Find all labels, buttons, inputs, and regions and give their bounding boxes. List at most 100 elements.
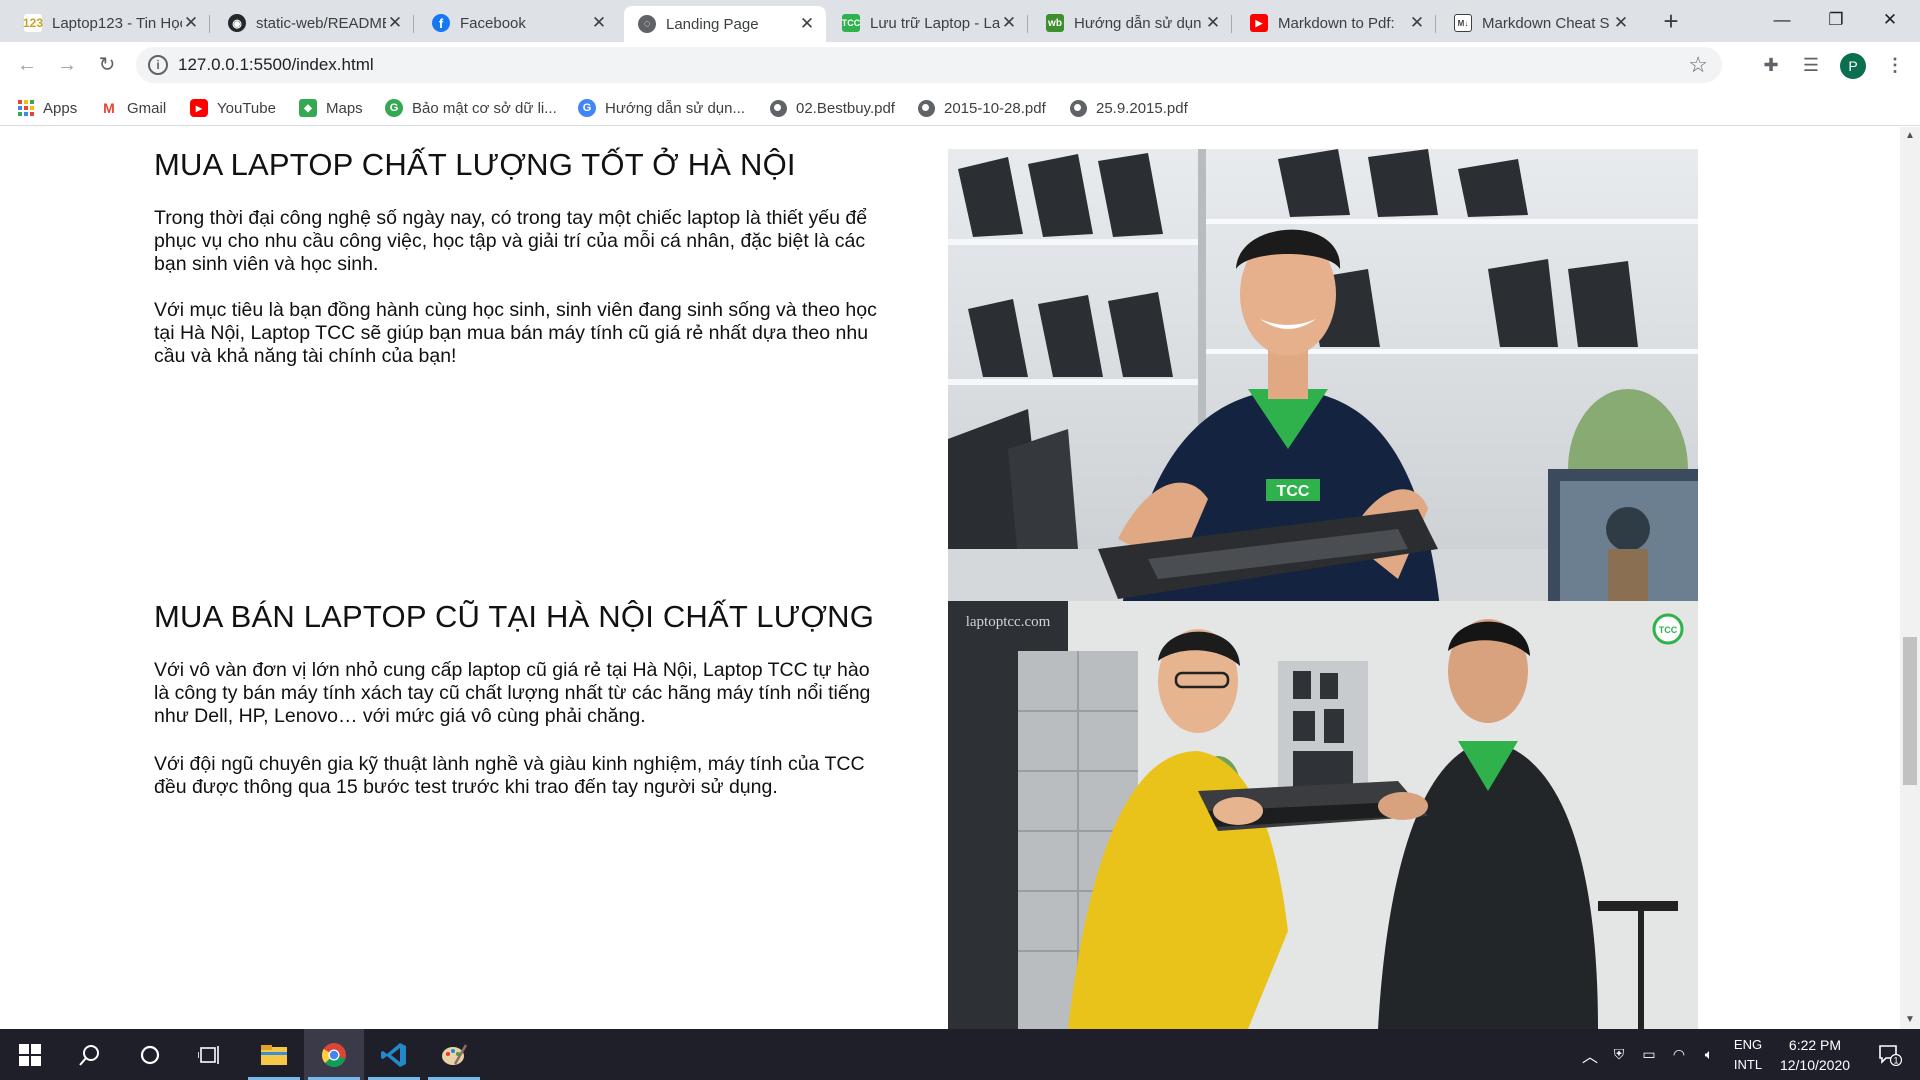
close-icon[interactable]: ✕ xyxy=(1204,13,1222,33)
globe-icon xyxy=(770,99,787,117)
tab-laptop123[interactable]: 123 Laptop123 - Tin Học ✕ xyxy=(10,6,210,40)
bookmark-label: Apps xyxy=(43,99,78,117)
chevron-up-icon[interactable]: ︿ xyxy=(1576,1043,1604,1067)
paint-taskbar-button[interactable] xyxy=(424,1029,484,1080)
globe-icon xyxy=(918,99,935,117)
page-scrollbar[interactable]: ▲ ▼ xyxy=(1900,127,1920,1029)
extensions-icon[interactable]: ✚ xyxy=(1758,52,1784,78)
scroll-down-arrow-icon[interactable]: ▼ xyxy=(1900,1011,1920,1029)
notification-icon: 1 xyxy=(1879,1044,1902,1066)
bookmark-label: YouTube xyxy=(217,99,276,117)
action-center-button[interactable]: 1 xyxy=(1860,1029,1920,1080)
address-bar[interactable]: i 127.0.0.1:5500/index.html ☆ xyxy=(136,47,1722,83)
wall-sign-text: laptoptcc.com xyxy=(966,614,1051,630)
vscode-taskbar-button[interactable] xyxy=(364,1029,424,1080)
section-buy-quality-laptop: MUA LAPTOP CHẤT LƯỢNG TỐT Ở HÀ NỘI Trong… xyxy=(154,127,1698,647)
close-icon[interactable]: ✕ xyxy=(386,13,404,33)
gmail-icon: M xyxy=(100,99,118,117)
close-icon[interactable]: ✕ xyxy=(1612,13,1630,33)
menu-kebab-icon[interactable]: ⋮ xyxy=(1882,52,1908,78)
back-button[interactable]: ← xyxy=(12,50,42,80)
close-icon[interactable]: ✕ xyxy=(182,13,200,33)
paint-icon xyxy=(442,1043,467,1065)
laptop-handover-photo: laptoptcc.com TCC xyxy=(948,601,1698,1029)
search-button[interactable] xyxy=(60,1029,120,1080)
chrome-icon xyxy=(321,1042,346,1067)
section-buy-sell-used-laptop: MUA BÁN LAPTOP CŨ TẠI HÀ NỘI CHẤT LƯỢNG … xyxy=(154,579,1698,1029)
tab-github[interactable]: ◉ static-web/README ✕ xyxy=(214,6,414,40)
apps-grid-icon xyxy=(18,100,34,116)
tab-title: Landing Page xyxy=(666,15,759,33)
bookmark-gmail[interactable]: M Gmail xyxy=(100,97,166,119)
system-tray: ︿ ⛨ ▭ ◠ 🔈︎ xyxy=(1576,1029,1724,1080)
new-tab-button[interactable]: + xyxy=(1656,6,1686,36)
bookmark-youtube[interactable]: ▶ YouTube xyxy=(190,97,276,119)
tab-title: Lưu trữ Laptop - La xyxy=(870,14,1000,32)
file-explorer-button[interactable] xyxy=(244,1029,304,1080)
battery-icon[interactable]: ▭ xyxy=(1634,1046,1664,1063)
tab-title: Laptop123 - Tin Học xyxy=(52,14,182,32)
close-icon[interactable]: ✕ xyxy=(798,14,816,34)
bookmark-bestbuy-pdf[interactable]: 02.Bestbuy.pdf xyxy=(770,97,895,119)
youtube-icon: ▶ xyxy=(190,99,208,117)
bookmark-label: 2015-10-28.pdf xyxy=(944,99,1046,117)
reload-button[interactable]: ↻ xyxy=(92,50,122,80)
bookmark-apps[interactable]: Apps xyxy=(18,97,77,119)
minimize-button[interactable]: — xyxy=(1754,0,1810,40)
bookmark-bao-mat[interactable]: G Bảo mật cơ sở dữ li... xyxy=(385,97,557,119)
language-indicator[interactable]: ENG INTL xyxy=(1728,1035,1768,1075)
tab-markdown-to-pdf[interactable]: ▶ Markdown to Pdf: ✕ xyxy=(1236,6,1436,40)
clock[interactable]: 6:22 PM 12/10/2020 xyxy=(1775,1035,1855,1075)
bookmark-label: Gmail xyxy=(127,99,167,117)
tab-huong-dan[interactable]: wb Hướng dẫn sử dụn ✕ xyxy=(1032,6,1232,40)
tab-markdown-cheat[interactable]: M↓ Markdown Cheat S ✕ xyxy=(1440,6,1640,40)
info-icon[interactable]: i xyxy=(148,55,168,75)
section-paragraph: Với đội ngũ chuyên gia kỹ thuật lành ngh… xyxy=(154,753,865,798)
security-icon[interactable]: ⛨ xyxy=(1604,1046,1634,1063)
tab-facebook[interactable]: f Facebook ✕ xyxy=(418,6,618,40)
maps-icon: ◆ xyxy=(299,99,317,117)
forward-button[interactable]: → xyxy=(52,50,82,80)
tab-title: Facebook xyxy=(460,14,526,32)
cortana-button[interactable] xyxy=(120,1029,180,1080)
close-window-button[interactable]: ✕ xyxy=(1862,0,1918,40)
tab-landing-page[interactable]: ◌ Landing Page ✕ xyxy=(624,6,826,42)
profile-avatar[interactable]: P xyxy=(1840,53,1866,79)
globe-icon: ◌ xyxy=(638,15,656,33)
scrollbar-thumb[interactable] xyxy=(1903,637,1917,785)
file-explorer-icon xyxy=(261,1044,287,1065)
bookmark-maps[interactable]: ◆ Maps xyxy=(299,97,363,119)
section-heading: MUA BÁN LAPTOP CŨ TẠI HÀ NỘI CHẤT LƯỢNG xyxy=(154,599,875,634)
tab-strip: 123 Laptop123 - Tin Học ✕ ◉ static-web/R… xyxy=(0,0,1920,42)
start-button[interactable] xyxy=(0,1029,60,1080)
clock-date: 12/10/2020 xyxy=(1779,1057,1851,1073)
tab-luu-tru-laptop[interactable]: TCC Lưu trữ Laptop - La ✕ xyxy=(828,6,1028,40)
bookmark-star-icon[interactable]: ☆ xyxy=(1688,52,1708,78)
close-icon[interactable]: ✕ xyxy=(1000,13,1018,33)
chrome-taskbar-button[interactable] xyxy=(304,1029,364,1080)
volume-icon[interactable]: 🔈︎ xyxy=(1694,1046,1724,1063)
task-view-button[interactable] xyxy=(180,1029,240,1080)
technician-repairing-laptop-photo: TCC xyxy=(948,149,1698,639)
wifi-icon[interactable]: ◠ xyxy=(1664,1046,1694,1063)
corner-badge-text: TCC xyxy=(1659,625,1678,635)
url-text: 127.0.0.1:5500/index.html xyxy=(178,55,374,74)
tab-title: static-web/README xyxy=(256,14,386,32)
bookmark-label: 25.9.2015.pdf xyxy=(1096,99,1188,117)
close-icon[interactable]: ✕ xyxy=(590,13,608,33)
search-icon xyxy=(79,1044,99,1066)
bookmark-label: 02.Bestbuy.pdf xyxy=(796,99,895,117)
bookmark-huong-dan[interactable]: G Hướng dẫn sử dụn... xyxy=(578,97,745,119)
github-icon: ◉ xyxy=(228,14,246,32)
restore-button[interactable]: ❐ xyxy=(1808,0,1864,40)
vscode-icon xyxy=(381,1042,406,1067)
section-heading: MUA LAPTOP CHẤT LƯỢNG TỐT Ở HÀ NỘI xyxy=(154,147,796,182)
close-icon[interactable]: ✕ xyxy=(1408,13,1426,33)
reading-list-icon[interactable]: ☰ xyxy=(1798,52,1824,78)
scroll-up-arrow-icon[interactable]: ▲ xyxy=(1900,127,1920,145)
wb-favicon: wb xyxy=(1046,14,1064,32)
bookmark-2015-10-28-pdf[interactable]: 2015-10-28.pdf xyxy=(918,97,1046,119)
section-paragraph: Trong thời đại công nghệ số ngày nay, có… xyxy=(154,207,868,275)
bookmark-25-9-2015-pdf[interactable]: 25.9.2015.pdf xyxy=(1070,97,1188,119)
section-paragraph: Với vô vàn đơn vị lớn nhỏ cung cấp lapto… xyxy=(154,659,871,727)
